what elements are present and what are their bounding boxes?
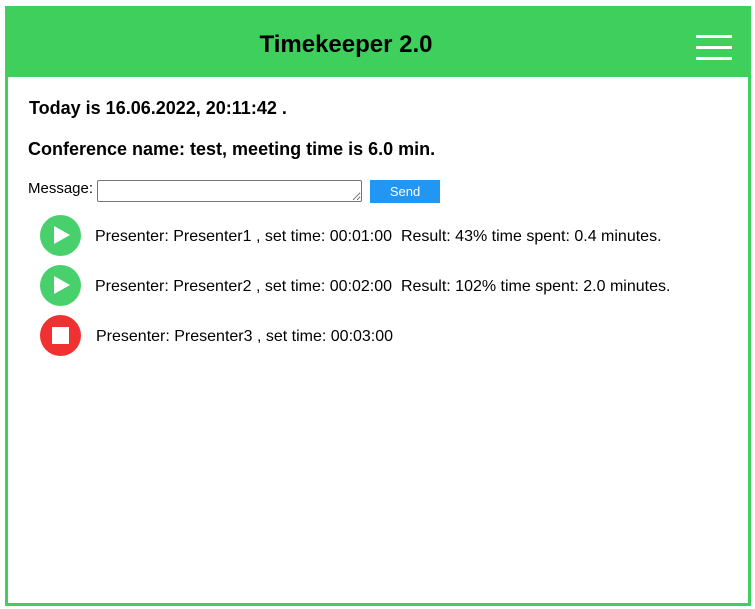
stop-button[interactable] <box>40 315 81 356</box>
app-title: Timekeeper 2.0 <box>259 31 433 58</box>
presenter-info: Presenter: Presenter2 , set time: 00:02:… <box>95 278 671 295</box>
play-button[interactable] <box>40 265 81 306</box>
conference-info: Conference name: test, meeting time is 6… <box>28 139 436 159</box>
app-frame: Timekeeper 2.0 Today is 16.06.2022, 20:1… <box>5 6 751 606</box>
hamburger-menu-icon[interactable] <box>696 35 732 61</box>
message-input[interactable] <box>97 180 362 202</box>
play-button[interactable] <box>40 215 81 256</box>
menu-bar <box>696 46 732 49</box>
play-icon <box>54 226 70 244</box>
send-button[interactable]: Send <box>370 180 440 203</box>
play-icon <box>54 276 70 294</box>
today-datetime: Today is 16.06.2022, 20:11:42 . <box>29 98 287 118</box>
menu-bar <box>696 35 732 38</box>
message-label: Message: <box>28 180 94 197</box>
presenter-info: Presenter: Presenter1 , set time: 00:01:… <box>95 228 662 245</box>
presenter-info: Presenter: Presenter3 , set time: 00:03:… <box>96 328 394 345</box>
stop-icon <box>52 327 69 344</box>
app-header: Timekeeper 2.0 <box>8 9 748 77</box>
menu-bar <box>696 57 732 60</box>
